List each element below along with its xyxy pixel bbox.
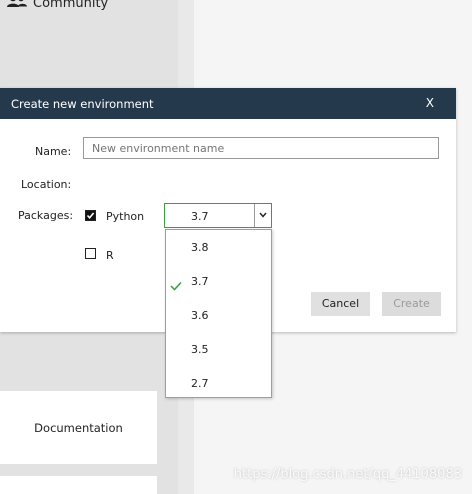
- documentation-label: Documentation: [34, 420, 123, 435]
- cancel-button[interactable]: Cancel: [311, 292, 370, 316]
- people-icon: [6, 0, 33, 12]
- version-option[interactable]: 2.7: [166, 366, 271, 400]
- location-label: Location:: [21, 178, 72, 191]
- environment-name-input[interactable]: [83, 137, 439, 159]
- chevron-down-icon[interactable]: [254, 204, 271, 227]
- r-checkbox[interactable]: [85, 248, 96, 259]
- version-option[interactable]: 3.6: [166, 298, 271, 332]
- version-option-label: 3.5: [191, 343, 209, 356]
- version-option-label: 3.7: [191, 275, 209, 288]
- documentation-card[interactable]: Documentation: [0, 391, 157, 464]
- close-button[interactable]: X: [426, 96, 434, 110]
- python-checkbox[interactable]: [85, 210, 96, 221]
- version-option-label: 3.8: [191, 241, 209, 254]
- community-nav-item[interactable]: Community: [6, 0, 108, 12]
- version-option-label: 3.6: [191, 309, 209, 322]
- dialog-header: Create new environment X: [0, 88, 456, 119]
- python-version-dropdown: 3.8 3.7 3.6 3.5 2.7: [165, 229, 272, 398]
- dialog-title: Create new environment: [11, 97, 154, 111]
- watermark: https://blog.csdn.net/qq_44108083: [233, 467, 462, 482]
- python-label: Python: [106, 210, 145, 223]
- r-label: R: [106, 249, 114, 262]
- python-version-value: 3.7: [191, 210, 209, 223]
- name-label: Name:: [35, 145, 72, 158]
- version-option[interactable]: 3.5: [166, 332, 271, 366]
- version-option-selected[interactable]: 3.7: [166, 264, 271, 298]
- checkmark-icon: [170, 276, 182, 295]
- version-option[interactable]: 3.8: [166, 230, 271, 264]
- python-version-select[interactable]: 3.7: [164, 203, 272, 228]
- create-button[interactable]: Create: [382, 292, 441, 316]
- version-option-label: 2.7: [191, 377, 209, 390]
- next-card[interactable]: [0, 476, 157, 494]
- community-label: Community: [33, 0, 109, 11]
- packages-label: Packages:: [18, 209, 74, 222]
